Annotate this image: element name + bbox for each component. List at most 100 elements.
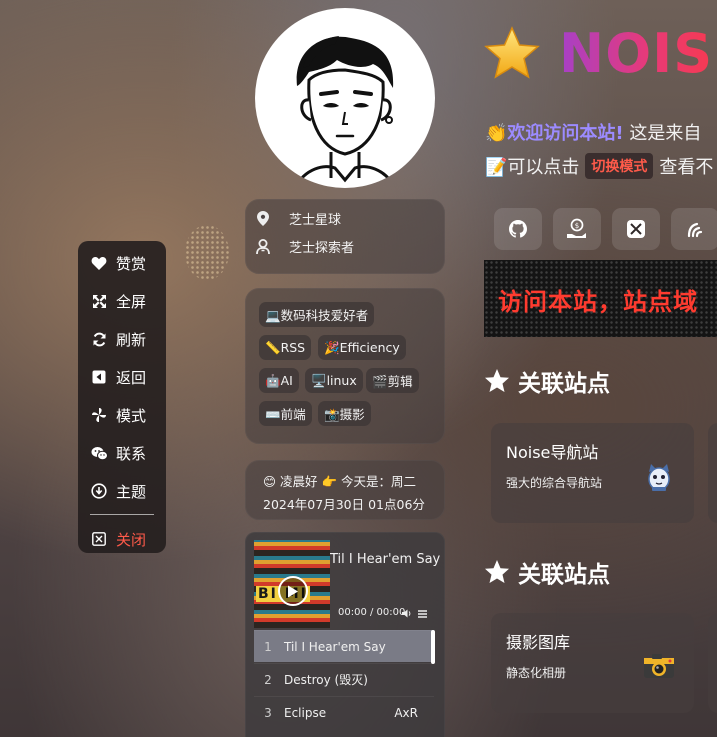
tag-item[interactable]: 📏RSS	[259, 335, 312, 360]
section-title-related-sites-2: 关联站点	[484, 555, 610, 589]
location-pin-icon	[255, 211, 271, 227]
playlist-row[interactable]: 2 Destroy (毁灭)	[254, 663, 434, 695]
bilibili-icon	[687, 222, 703, 238]
site-title: NOISE	[559, 22, 717, 85]
menu-item-contact[interactable]: 联系	[78, 435, 166, 471]
menu-item-close[interactable]: 关闭	[78, 521, 166, 557]
site-card-noise-nav[interactable]: Noise导航站 强大的综合导航站	[491, 423, 694, 523]
greeting-line: 😊 凌晨好 👉 今天是：周二	[263, 474, 417, 489]
menu-item-back[interactable]: 返回	[78, 359, 166, 395]
section-title-text: 关联站点	[518, 371, 610, 397]
site-card-title: 摄影图库	[506, 633, 571, 652]
site-brand: NOISE	[483, 22, 717, 85]
site-card-title: Noise导航站	[506, 443, 599, 462]
svg-text:$: $	[575, 222, 579, 230]
explorer-icon	[255, 239, 271, 255]
github-button[interactable]	[494, 208, 542, 250]
mode-hint: 📝可以点击 切换模式 查看不	[485, 153, 713, 179]
avatar-illustration	[293, 36, 397, 188]
profile-role: 芝士探索者	[255, 237, 354, 256]
section-title-related-sites: 关联站点	[484, 364, 610, 398]
menu-item-mode[interactable]: 模式	[78, 397, 166, 433]
site-card-photo-gallery[interactable]: 摄影图库 静态化相册	[491, 613, 694, 713]
profile-info-card: 芝士星球 芝士探索者	[245, 199, 445, 274]
marquee-text: 访问本站，站点域	[498, 288, 698, 316]
site-card-desc: 强大的综合导航站	[506, 476, 603, 490]
welcome-rest: 这是来自	[623, 123, 702, 144]
volume-icon[interactable]	[402, 609, 412, 618]
led-marquee: 访问本站，站点域	[484, 260, 717, 337]
tag-item[interactable]: 🖥️linux	[305, 368, 363, 393]
back-icon	[90, 368, 108, 386]
menu-divider	[90, 514, 154, 515]
site-card-partial[interactable]	[708, 423, 717, 523]
donate-icon: $	[567, 218, 586, 238]
switch-mode-badge[interactable]: 切换模式	[585, 153, 654, 179]
menu-item-label: 联系	[116, 444, 147, 463]
now-playing-title: Til I Hear'em Say	[330, 552, 440, 567]
menu-close-label: 关闭	[116, 530, 147, 549]
track-number: 2	[264, 672, 272, 687]
playback-time: 00:00 / 00:00	[338, 607, 406, 618]
menu-item-refresh[interactable]: 刷新	[78, 321, 166, 357]
playlist-row[interactable]: 3 Eclipse AxR	[254, 696, 434, 728]
profile-location: 芝士星球	[255, 209, 341, 228]
track-number: 1	[264, 639, 272, 654]
tag-item[interactable]: 🎉Efficiency	[318, 335, 406, 360]
download-circle-icon	[90, 482, 108, 500]
menu-item-label: 主题	[116, 482, 147, 501]
role-text: 芝士探索者	[289, 241, 355, 256]
track-number: 3	[264, 705, 272, 720]
heart-icon	[90, 254, 108, 272]
menu-item-theme[interactable]: 主题	[78, 473, 166, 509]
x-icon	[627, 220, 645, 238]
tag-item[interactable]: 📸摄影	[318, 401, 371, 426]
menu-item-label: 全屏	[116, 292, 147, 311]
section-title-text: 关联站点	[518, 562, 610, 588]
location-text: 芝士星球	[289, 213, 342, 228]
playlist-menu-icon[interactable]	[418, 610, 427, 618]
menu-item-fullscreen[interactable]: 全屏	[78, 283, 166, 319]
track-name: Eclipse	[284, 705, 327, 720]
x-button[interactable]	[612, 208, 660, 250]
track-name: Til I Hear'em Say	[284, 639, 386, 654]
playlist-scrollbar[interactable]	[431, 630, 435, 664]
menu-item-label: 模式	[116, 406, 147, 425]
tag-item[interactable]: 🎬剪辑	[366, 368, 419, 393]
star-logo-icon	[484, 25, 540, 79]
donate-button[interactable]: $	[553, 208, 601, 250]
play-button[interactable]	[278, 576, 308, 606]
track-name: Destroy (毁灭)	[284, 673, 368, 687]
tag-item[interactable]: 💻数码科技爱好者	[259, 302, 375, 327]
menu-item-donate[interactable]: 赞赏	[78, 245, 166, 281]
github-icon	[509, 220, 527, 238]
fullscreen-icon	[90, 292, 108, 310]
hint-suffix: 查看不	[659, 157, 714, 178]
datetime-line: 2024年07月30日 01点06分	[263, 497, 425, 512]
menu-item-label: 返回	[116, 368, 147, 387]
refresh-icon	[90, 330, 108, 348]
tag-item[interactable]: ⌨️前端	[259, 401, 312, 426]
wechat-icon	[90, 444, 108, 462]
play-icon	[288, 585, 298, 597]
menu-item-label: 赞赏	[116, 254, 147, 273]
mascot-icon	[648, 464, 670, 491]
tag-item[interactable]: 🤖AI	[259, 368, 299, 393]
welcome-text: 👏欢迎访问本站! 这是来自	[485, 119, 701, 145]
side-menu: 赞赏 全屏 刷新 返回 模式 联系 主题 关闭	[78, 241, 166, 553]
site-card-partial[interactable]	[708, 613, 717, 713]
star-icon	[485, 369, 509, 392]
playlist-row[interactable]: 1 Til I Hear'em Say	[254, 630, 434, 662]
site-card-desc: 静态化相册	[506, 666, 567, 680]
camera-icon	[644, 654, 674, 678]
greeting-card: 😊 凌晨好 👉 今天是：周二 2024年07月30日 01点06分	[245, 460, 445, 520]
album-cover: BI MI	[254, 540, 330, 628]
pinwheel-icon	[90, 406, 108, 424]
menu-item-label: 刷新	[116, 330, 147, 349]
welcome-highlight: 👏欢迎访问本站!	[485, 123, 624, 144]
bilibili-button[interactable]	[671, 208, 717, 250]
avatar	[255, 8, 435, 188]
tags-card: 💻数码科技爱好者 📏RSS 🎉Efficiency 🤖AI 🖥️linux 🎬剪…	[245, 288, 445, 444]
track-artist: AxR	[394, 705, 418, 720]
sparkle-decoration	[185, 225, 229, 280]
